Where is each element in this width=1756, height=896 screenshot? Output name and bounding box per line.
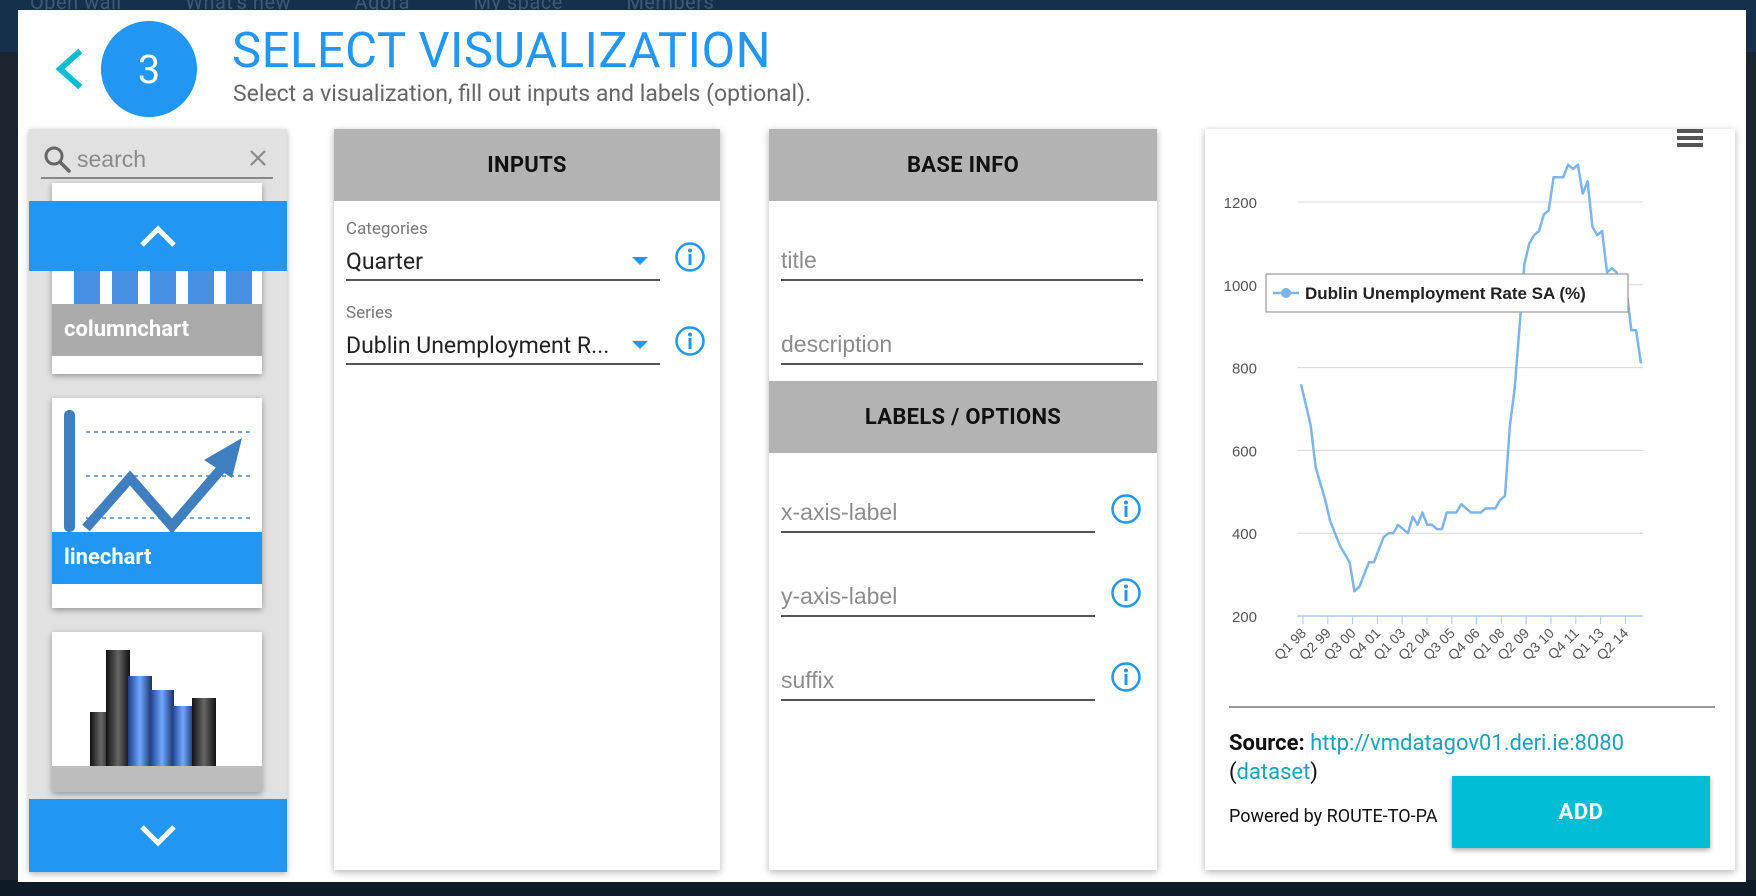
y-tick-label: 200 [1232, 609, 1257, 626]
categories-select[interactable]: Quarter [346, 243, 660, 281]
chevron-left-icon [55, 48, 83, 90]
description-field [781, 327, 1143, 365]
base-info-panel: BASE INFO LABELS / OPTIONS [769, 129, 1157, 870]
step-indicator: 3 [101, 21, 197, 117]
line-chart: 20040060080010001200Q1 98Q2 99Q3 00Q4 01… [1224, 129, 1703, 663]
y-tick-label: 1000 [1224, 278, 1257, 295]
series-label: Series [346, 303, 393, 323]
barchart-3d-thumbnail-icon [52, 650, 262, 792]
source-label: Source: [1229, 731, 1305, 756]
add-button[interactable]: ADD [1452, 776, 1710, 848]
y-axis-label-input[interactable] [781, 579, 1095, 613]
info-icon[interactable] [674, 325, 706, 357]
dataset-line: (dataset) [1229, 760, 1318, 785]
dataset-paren-open: ( [1229, 760, 1237, 785]
title-field [781, 243, 1143, 281]
source-link[interactable]: http://vmdatagov01.deri.ie:8080 [1310, 731, 1624, 756]
y-tick-label: 800 [1232, 361, 1257, 378]
gallery-card-linechart[interactable]: linechart [52, 398, 262, 608]
back-button[interactable] [50, 45, 90, 93]
title-input[interactable] [781, 243, 1143, 277]
categories-value: Quarter [346, 247, 423, 275]
powered-by: Powered by ROUTE-TO-PA [1229, 806, 1438, 827]
chevron-up-icon [140, 225, 176, 247]
card-label: linechart [52, 532, 262, 584]
dataset-paren-close: ) [1310, 760, 1318, 785]
visualization-gallery: columnchart linechart [29, 129, 287, 872]
chart-preview-panel: 200 400 600 800 1000 1200 Q1 98 Q2 99 Q3 00 Q4 01… [1205, 129, 1735, 870]
scroll-up-button[interactable] [29, 201, 287, 271]
caret-down-icon [632, 257, 648, 265]
inputs-header: INPUTS [334, 129, 720, 201]
x-axis-label-field [781, 495, 1095, 533]
suffix-field [781, 663, 1095, 701]
description-input[interactable] [781, 327, 1143, 361]
base-info-header: BASE INFO [769, 129, 1157, 201]
chart-legend[interactable]: Dublin Unemployment Rate SA (%) [1265, 273, 1629, 313]
page-title: SELECT VISUALIZATION [232, 22, 772, 79]
app-bottom-bar [0, 880, 1756, 896]
page-subtitle: Select a visualization, fill out inputs … [233, 80, 812, 107]
y-tick-label: 1200 [1224, 195, 1257, 212]
y-tick-label: 600 [1232, 443, 1257, 460]
caret-down-icon [632, 341, 648, 349]
suffix-input[interactable] [781, 663, 1095, 697]
categories-label: Categories [346, 219, 428, 239]
search-input[interactable] [77, 143, 257, 175]
gallery-card-barchart-3d[interactable] [52, 632, 262, 792]
x-axis-label-input[interactable] [781, 495, 1095, 529]
source-line: Source: http://vmdatagov01.deri.ie:8080 [1229, 731, 1624, 756]
y-axis-label-field [781, 579, 1095, 617]
y-tick-label: 400 [1232, 526, 1257, 543]
linechart-thumbnail-icon [64, 410, 252, 532]
card-label: columnchart [52, 304, 262, 356]
divider [1229, 706, 1715, 708]
chart-menu-icon[interactable] [1677, 129, 1703, 147]
inputs-panel: INPUTS Categories Quarter Series Dublin … [334, 129, 720, 870]
search-box [41, 143, 273, 179]
close-icon[interactable] [249, 149, 267, 167]
dataset-link[interactable]: dataset [1237, 760, 1311, 785]
scroll-down-button[interactable] [29, 799, 287, 872]
series-line [1299, 163, 1643, 593]
chevron-down-icon [140, 824, 176, 847]
series-select[interactable]: Dublin Unemployment R... [346, 327, 660, 365]
legend-label: Dublin Unemployment Rate SA (%) [1305, 284, 1586, 303]
info-icon[interactable] [1110, 493, 1142, 525]
info-icon[interactable] [1110, 661, 1142, 693]
search-icon [44, 146, 71, 173]
info-icon[interactable] [1110, 577, 1142, 609]
info-icon[interactable] [674, 241, 706, 273]
labels-options-header: LABELS / OPTIONS [769, 381, 1157, 453]
series-value: Dublin Unemployment R... [346, 331, 610, 359]
